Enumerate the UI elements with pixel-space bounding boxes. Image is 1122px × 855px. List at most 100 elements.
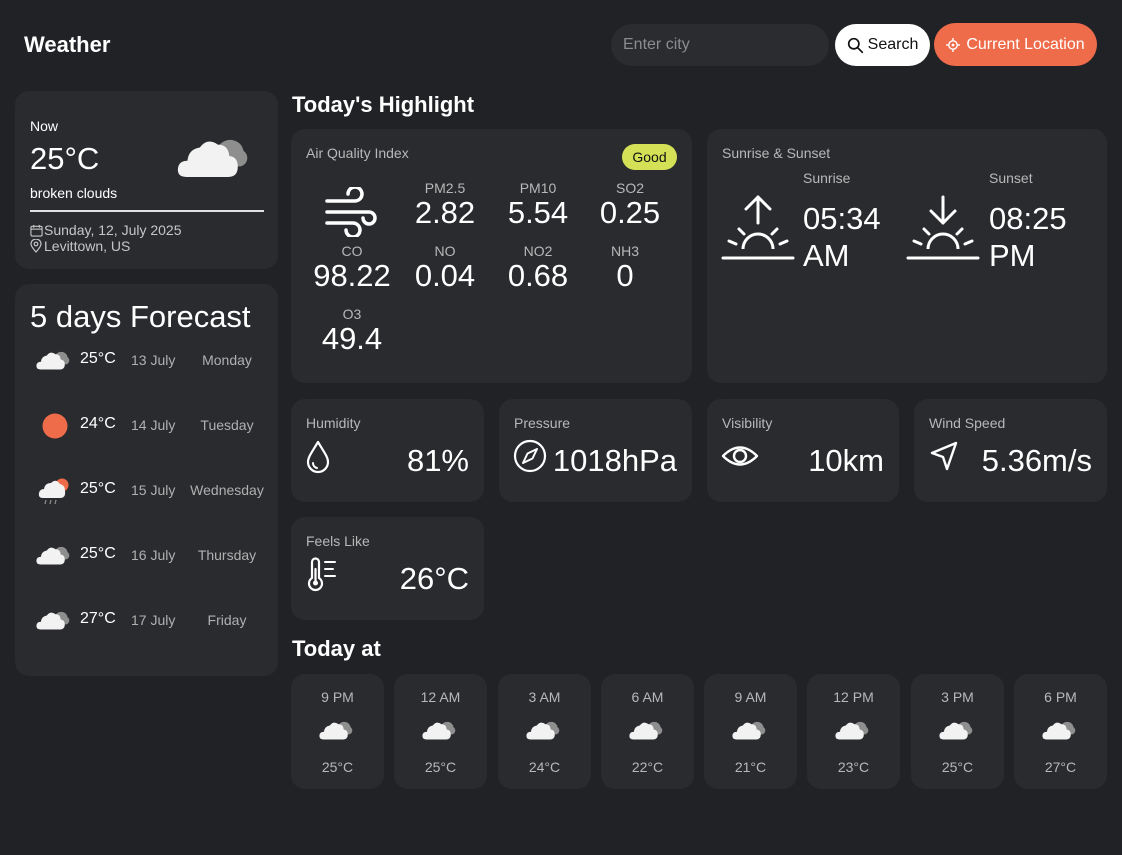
wind-speed-label: Wind Speed [929, 415, 1006, 431]
sunrise-label: Sunrise [803, 170, 851, 186]
broken-clouds-icon [422, 718, 458, 742]
sunrise-icon [721, 195, 795, 260]
pollutant-value: 0.04 [414, 258, 476, 293]
hourly-time: 6 AM [631, 689, 664, 705]
broken-clouds-icon [36, 606, 72, 634]
sunset-label: Sunset [989, 170, 1033, 186]
forecast-date: 13 July [131, 352, 176, 368]
forecast-day: Tuesday [200, 417, 254, 433]
forecast-row: 25°C 13 July Monday [15, 346, 278, 376]
divider [30, 210, 264, 212]
hourly-temp: 25°C [424, 759, 457, 775]
search-button-label: Search [867, 36, 919, 53]
hourly-card: 9 PM 25°C [291, 674, 384, 789]
current-temperature: 25°C [30, 141, 100, 176]
pollutant-value: 0.68 [507, 258, 569, 293]
sun-card-label: Sunrise & Sunset [722, 145, 831, 161]
wind-icon [325, 187, 377, 237]
forecast-date: 17 July [131, 612, 176, 628]
hourly-temp: 22°C [631, 759, 664, 775]
sunset-icon [906, 195, 980, 260]
aqi-status-badge: Good [622, 144, 677, 170]
current-date-row: Sunday, 12, July 2025 [30, 222, 182, 238]
forecast-day: Wednesday [190, 482, 264, 498]
hourly-time: 9 PM [321, 689, 354, 705]
broken-clouds-icon [177, 133, 253, 181]
pollutant-name: CO [341, 243, 363, 259]
pollutant-name: SO2 [615, 180, 644, 196]
thermometer-icon [307, 557, 336, 592]
pollutant-value: 98.22 [313, 258, 391, 293]
current-weather-card: Now 25°C broken clouds Sunday, 12, July … [15, 91, 278, 269]
search-icon [847, 37, 863, 53]
forecast-row: 25°C 16 July Thursday [15, 541, 278, 571]
highlights-title: Today's Highlight [292, 92, 475, 117]
forecast-card: 5 days Forecast 25°C 13 July Monday 24°C… [15, 284, 278, 676]
hourly-time: 3 PM [941, 689, 974, 705]
forecast-date: 14 July [131, 417, 176, 433]
humidity-value: 81% [406, 443, 469, 478]
broken-clouds-icon [732, 718, 768, 742]
broken-clouds-icon [629, 718, 665, 742]
pollutant-pm25: PM2.5 2.82 [397, 180, 493, 229]
hourly-time: 3 AM [528, 689, 561, 705]
humidity-card: Humidity 81% [291, 399, 484, 502]
current-date: Sunday, 12, July 2025 [44, 222, 182, 238]
calendar-icon [30, 224, 43, 237]
hourly-temp: 24°C [528, 759, 561, 775]
forecast-day: Monday [202, 352, 252, 368]
hourly-temp: 27°C [1044, 759, 1077, 775]
forecast-temp: 24°C [80, 415, 116, 432]
hourly-card: 3 PM 25°C [911, 674, 1004, 789]
search-button[interactable]: Search [835, 24, 930, 66]
current-location-label: Current Location [966, 35, 1085, 53]
hourly-card: 12 AM 25°C [394, 674, 487, 789]
pollutant-name: NH3 [610, 243, 639, 259]
city-search-input[interactable] [611, 24, 829, 66]
compass-icon [513, 439, 547, 473]
sunrise-time: 05:34 AM [803, 201, 881, 273]
pressure-value: 1018hPa [552, 443, 677, 478]
crosshair-icon [946, 37, 961, 52]
wind-speed-card: Wind Speed 5.36m/s [914, 399, 1107, 502]
broken-clouds-icon [835, 718, 871, 742]
feels-like-label: Feels Like [306, 533, 370, 549]
forecast-temp: 25°C [80, 480, 116, 497]
hourly-card: 6 PM 27°C [1014, 674, 1107, 789]
pollutant-value: 49.4 [321, 321, 383, 356]
app-title: Weather [24, 32, 111, 57]
pollutant-nh3: NH3 0 [577, 243, 673, 292]
pollutant-co: CO 98.22 [304, 243, 400, 292]
pollutant-value: 5.54 [507, 195, 569, 230]
navigation-arrow-icon [930, 441, 958, 471]
hourly-temp: 25°C [321, 759, 354, 775]
current-location-button[interactable]: Current Location [934, 23, 1097, 66]
forecast-day: Thursday [197, 547, 257, 563]
forecast-temp: 27°C [80, 610, 116, 627]
pollutant-name: PM2.5 [424, 180, 466, 196]
visibility-card: Visibility 10km [707, 399, 899, 502]
rain-icon [38, 478, 69, 505]
hourly-time: 6 PM [1044, 689, 1077, 705]
pollutant-no: NO 0.04 [397, 243, 493, 292]
broken-clouds-icon [36, 346, 72, 374]
current-location-row: Levittown, US [30, 238, 130, 254]
hourly-time: 9 AM [734, 689, 767, 705]
hourly-time: 12 PM [833, 689, 874, 705]
pollutant-value: 0 [616, 258, 634, 293]
droplet-icon [306, 440, 330, 474]
weather-description: broken clouds [30, 185, 118, 201]
pollutant-no2: NO2 0.68 [490, 243, 586, 292]
pollutant-name: O3 [342, 306, 362, 322]
forecast-title: 5 days Forecast [30, 299, 251, 334]
hourly-temp: 25°C [941, 759, 974, 775]
hourly-title: Today at [292, 636, 381, 661]
now-label: Now [30, 118, 59, 134]
broken-clouds-icon [319, 718, 355, 742]
air-quality-card: Air Quality Index Good PM2.5 2.82 PM10 5… [291, 129, 692, 383]
pollutant-so2: SO2 0.25 [582, 180, 678, 229]
forecast-row: 24°C 14 July Tuesday [15, 411, 278, 441]
visibility-label: Visibility [722, 415, 773, 431]
broken-clouds-icon [526, 718, 562, 742]
forecast-day: Friday [207, 612, 247, 628]
